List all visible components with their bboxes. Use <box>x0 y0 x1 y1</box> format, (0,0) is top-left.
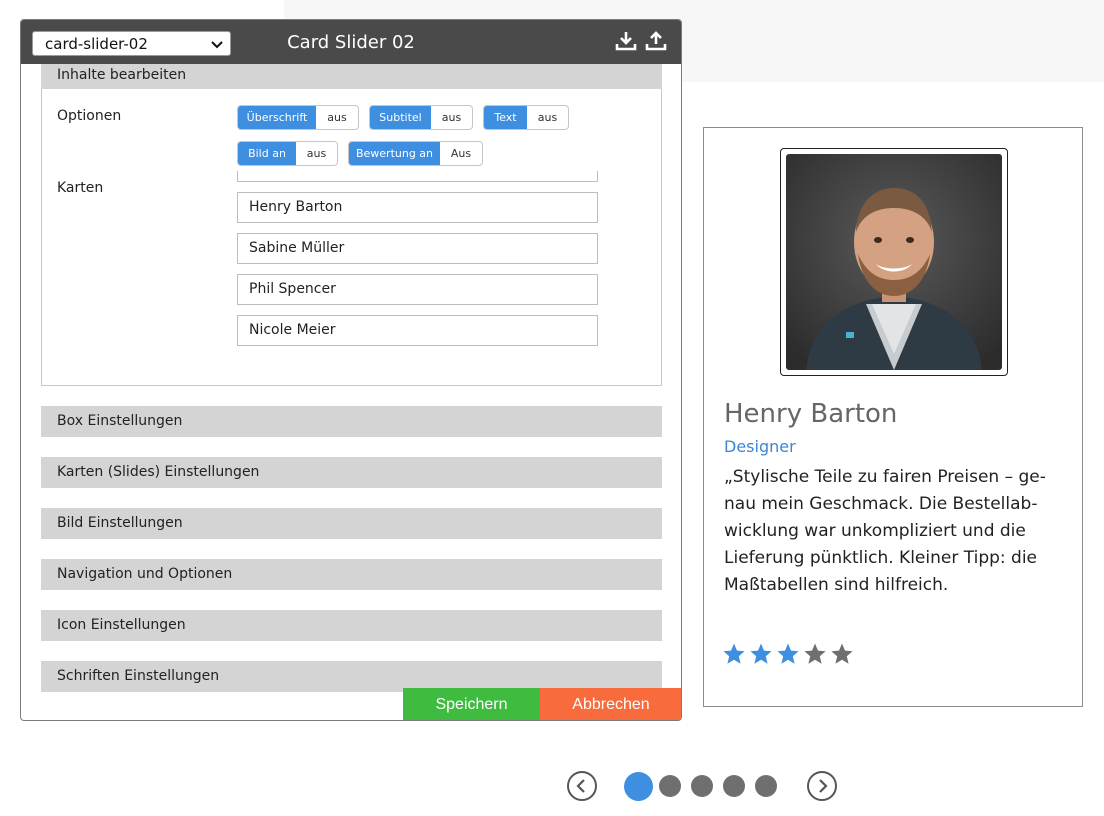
toggle-subtitle[interactable]: Subtitel aus <box>369 105 473 130</box>
chevron-down-icon <box>211 41 223 49</box>
card-input-4[interactable]: Nicole Meier <box>237 315 598 346</box>
save-button[interactable]: Speichern <box>403 688 540 720</box>
preset-select[interactable]: card-slider-02 <box>32 31 231 56</box>
toggle-text-off[interactable]: aus <box>527 106 568 129</box>
star-filled-icon <box>777 643 799 664</box>
cards-label: Karten <box>57 180 104 196</box>
star-empty-icon <box>831 643 853 664</box>
toggle-image[interactable]: Bild an aus <box>237 141 338 166</box>
toggle-image-off[interactable]: aus <box>296 142 337 165</box>
card-input-3[interactable]: Phil Spencer <box>237 274 598 305</box>
toggle-rating-on[interactable]: Bewertung an <box>349 142 440 165</box>
slider-dot[interactable] <box>755 775 777 797</box>
section-icon-settings[interactable]: Icon Einstellungen <box>41 610 662 641</box>
toggle-heading[interactable]: Überschrift aus <box>237 105 359 130</box>
section-image-settings[interactable]: Bild Einstellungen <box>41 508 662 539</box>
section-slides-settings[interactable]: Karten (Slides) Einstellungen <box>41 457 662 488</box>
toggle-heading-on[interactable]: Überschrift <box>238 106 316 129</box>
avatar-frame <box>780 148 1008 376</box>
toggle-rating[interactable]: Bewertung an Aus <box>348 141 483 166</box>
slider-dot[interactable] <box>659 775 681 797</box>
section-content-header[interactable]: Inhalte bearbeiten <box>41 64 662 89</box>
star-rating <box>722 642 854 666</box>
download-icon[interactable] <box>615 30 637 52</box>
portrait-image <box>786 154 1002 370</box>
avatar <box>786 154 1002 370</box>
chevron-left-icon[interactable] <box>567 771 597 801</box>
preset-select-value: card-slider-02 <box>45 35 148 53</box>
card-input-1[interactable]: Henry Barton <box>237 192 598 223</box>
toggle-image-on[interactable]: Bild an <box>238 142 296 165</box>
toggle-subtitle-off[interactable]: aus <box>431 106 472 129</box>
slider-dot[interactable] <box>723 775 745 797</box>
star-filled-icon <box>750 643 772 664</box>
card-input-2[interactable]: Sabine Müller <box>237 233 598 264</box>
toggle-text[interactable]: Text aus <box>483 105 569 130</box>
star-filled-icon <box>723 643 745 664</box>
section-navigation-options[interactable]: Navigation und Optionen <box>41 559 662 590</box>
toggle-rating-off[interactable]: Aus <box>440 142 482 165</box>
slider-dot[interactable] <box>691 775 713 797</box>
testimonial-card: Henry Barton Designer „Stylische Teile z… <box>703 127 1083 707</box>
card-subtitle: Designer <box>724 437 796 456</box>
editor-header: card-slider-02 Card Slider 02 <box>21 20 681 64</box>
editor-title: Card Slider 02 <box>287 32 415 53</box>
section-box-settings[interactable]: Box Einstellungen <box>41 406 662 437</box>
card-quote: „Stylische Teile zu fairen Preisen – ge­… <box>724 467 1046 595</box>
editor-panel: card-slider-02 Card Slider 02 Inhalte be… <box>20 19 682 721</box>
slider-dot[interactable] <box>624 772 653 801</box>
upload-icon[interactable] <box>645 30 667 52</box>
cancel-button[interactable]: Abbrechen <box>540 688 681 720</box>
chevron-right-icon[interactable] <box>807 771 837 801</box>
options-label: Optionen <box>57 108 122 124</box>
card-heading: Henry Barton <box>724 399 898 429</box>
toggle-text-on[interactable]: Text <box>484 106 527 129</box>
star-empty-icon <box>804 643 826 664</box>
card-input-scrolled[interactable] <box>237 171 598 182</box>
toggle-heading-off[interactable]: aus <box>316 106 358 129</box>
toggle-subtitle-on[interactable]: Subtitel <box>370 106 431 129</box>
